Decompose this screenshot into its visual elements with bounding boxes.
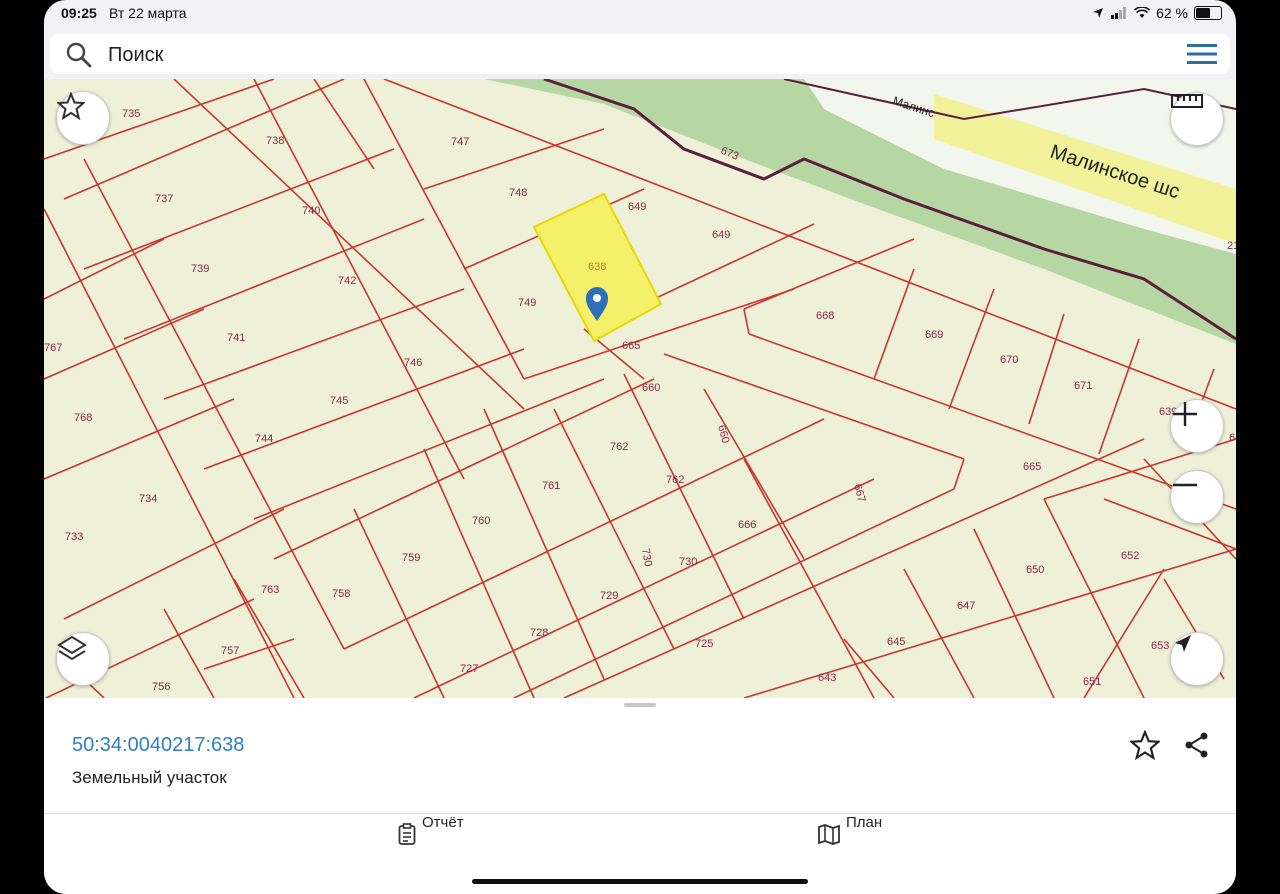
parcel-number-label: 670 — [1000, 354, 1018, 366]
parcel-number-label: 760 — [472, 515, 490, 527]
layers-button[interactable] — [56, 632, 110, 686]
battery-percent: 62 % — [1156, 5, 1188, 21]
parcel-number-label: 761 — [542, 480, 560, 492]
plus-icon — [1173, 402, 1197, 426]
tab-report-label: Отчёт — [422, 814, 464, 831]
parcel-number-label: 671 — [1074, 380, 1092, 392]
selected-parcel-label: 638 — [588, 261, 606, 273]
plan-map-icon — [818, 824, 840, 845]
report-icon — [398, 823, 416, 845]
parcel-number-label: 756 — [152, 681, 170, 693]
parcel-number-label: 762 — [610, 441, 628, 453]
wifi-icon — [1134, 7, 1151, 18]
parcel-number-label: 749 — [518, 297, 536, 309]
star-icon[interactable] — [1130, 730, 1160, 760]
parcel-number-label: 651 — [1083, 676, 1101, 688]
parcel-number-label: 665 — [622, 340, 640, 352]
ruler-button[interactable] — [1170, 92, 1224, 146]
parcel-number-label: 741 — [227, 332, 245, 344]
parcel-number-label: 737 — [155, 193, 173, 205]
parcel-number-label: 669 — [925, 329, 943, 341]
signal-icon — [1111, 7, 1127, 19]
search-icon — [66, 42, 92, 68]
favorite-map-button[interactable] — [56, 91, 110, 145]
sheet-drag-handle[interactable] — [624, 703, 656, 707]
parcel-number-label: 645 — [887, 636, 905, 648]
status-indicators: 62 % — [1092, 5, 1222, 21]
parcel-number-label: 727 — [460, 663, 478, 675]
status-time: 09:25 — [61, 5, 97, 21]
parcel-number-label: 758 — [332, 588, 350, 600]
parcel-number-label: 767 — [44, 342, 62, 354]
tab-report[interactable]: Отчёт — [398, 814, 464, 845]
parcel-number-label: 21 — [1227, 240, 1236, 252]
parcel-number-label: 660 — [642, 382, 660, 394]
battery-icon — [1194, 6, 1222, 20]
parcel-number-label: 653 — [1151, 640, 1169, 652]
minus-icon — [1173, 483, 1197, 487]
parcel-number-label: 734 — [139, 493, 157, 505]
parcel-number-label: 730 — [679, 556, 697, 568]
parcel-number-label: 747 — [451, 136, 469, 148]
ruler-icon — [1171, 94, 1203, 108]
location-arrow-icon — [1093, 8, 1104, 18]
status-bar: 09:25 Вт 22 марта 62 % — [44, 0, 1236, 26]
status-date: Вт 22 марта — [109, 5, 187, 21]
parcel-number-label: 652 — [1121, 550, 1139, 562]
device-screen: 09:25 Вт 22 марта 62 % Поиск 638 Малинск… — [44, 0, 1236, 894]
layers-icon — [57, 635, 87, 661]
parcel-number-label: 666 — [738, 519, 756, 531]
parcel-number-label: 643 — [818, 672, 836, 684]
battery-fill — [1196, 8, 1210, 18]
parcel-number-label: 738 — [266, 135, 284, 147]
sheet-divider — [44, 813, 1236, 814]
parcel-info-sheet: 50:34:0040217:638 Земельный участок Отчё… — [44, 698, 1236, 894]
parcel-number-label: 740 — [302, 205, 320, 217]
cadastral-number[interactable]: 50:34:0040217:638 — [72, 734, 244, 757]
zoom-out-button[interactable] — [1170, 470, 1224, 524]
menu-icon[interactable] — [1186, 42, 1218, 66]
property-type: Земельный участок — [72, 768, 227, 787]
parcel-number-label: 668 — [816, 310, 834, 322]
home-indicator[interactable] — [472, 879, 808, 884]
parcel-number-label: 745 — [330, 395, 348, 407]
parcel-number-label: 735 — [122, 108, 140, 120]
parcel-number-label: 768 — [74, 412, 92, 424]
star-icon — [57, 92, 85, 120]
parcel-number-label: 742 — [338, 275, 356, 287]
parcel-number-label: 649 — [712, 229, 730, 241]
parcel-number-label: 647 — [957, 600, 975, 612]
parcel-number-label: 650 — [1026, 564, 1044, 576]
my-location-button[interactable] — [1170, 632, 1224, 686]
parcel-number-label: 640 — [1229, 432, 1236, 444]
parcel-number-label: 739 — [191, 263, 209, 275]
parcel-number-label: 759 — [402, 552, 420, 564]
parcel-number-label: 748 — [509, 187, 527, 199]
parcel-number-label: 744 — [255, 433, 273, 445]
search-bar[interactable]: Поиск — [50, 34, 1230, 74]
search-input[interactable]: Поиск — [108, 44, 163, 67]
parcel-number-label: 746 — [404, 357, 422, 369]
map-canvas[interactable]: 638 Малинское шс Малинс 7357387377407397… — [44, 79, 1236, 698]
tab-plan-label: План — [846, 814, 883, 831]
tab-plan[interactable]: План — [818, 814, 883, 845]
share-icon[interactable] — [1183, 731, 1211, 759]
parcel-number-label: 757 — [221, 645, 239, 657]
parcel-number-label: 762 — [666, 474, 684, 486]
parcel-number-label: 729 — [600, 590, 618, 602]
parcel-number-label: 649 — [628, 201, 646, 213]
cadastral-map[interactable]: 638 Малинское шс Малинс 735 738 737 740 739 7… — [44, 79, 1236, 698]
parcel-number-label: 725 — [695, 638, 713, 650]
parcel-number-label: 733 — [65, 531, 83, 543]
zoom-in-button[interactable] — [1170, 399, 1224, 453]
parcel-number-label: 728 — [530, 627, 548, 639]
parcel-number-label: 665 — [1023, 461, 1041, 473]
locate-arrow-icon — [1175, 635, 1191, 652]
parcel-number-label: 763 — [261, 584, 279, 596]
